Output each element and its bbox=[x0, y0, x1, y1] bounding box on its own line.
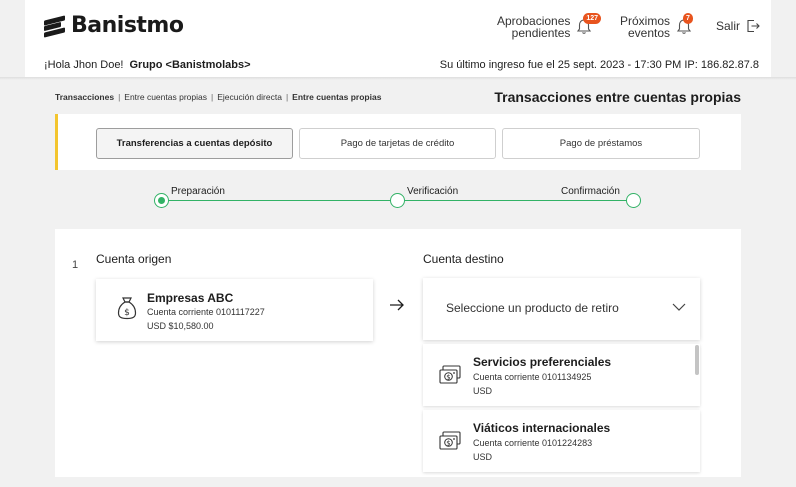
options-scrollbar[interactable] bbox=[695, 345, 699, 375]
option-account-name: Servicios preferenciales bbox=[473, 355, 612, 369]
page-title: Transacciones entre cuentas propias bbox=[494, 89, 741, 105]
origin-account-balance: USD $10,580.00 bbox=[147, 321, 214, 331]
option-account-currency: USD bbox=[473, 452, 493, 462]
breadcrumb-item[interactable]: Transacciones bbox=[55, 92, 114, 102]
tab-transferencias-deposito[interactable]: Transferencias a cuentas depósito bbox=[96, 128, 293, 159]
brand-logo[interactable]: Banistmo bbox=[44, 13, 184, 38]
destination-select-placeholder: Seleccione un producto de retiro bbox=[446, 301, 619, 315]
step-label-confirmacion: Confirmación bbox=[561, 186, 620, 197]
chevron-down-icon bbox=[672, 303, 686, 311]
upcoming-events-button[interactable]: Próximos eventos 7 bbox=[620, 13, 693, 40]
last-login-info: Su último ingreso fue el 25 sept. 2023 -… bbox=[439, 59, 759, 71]
option-account-name: Viáticos internacionales bbox=[473, 421, 611, 435]
breadcrumb-current: Entre cuentas propias bbox=[292, 92, 382, 102]
step-label-preparacion: Preparación bbox=[171, 186, 225, 197]
breadcrumb: Transacciones | Entre cuentas propias | Ejec… bbox=[55, 92, 382, 102]
origin-account-card[interactable]: $ Empresas ABC Cuenta corriente 01011172… bbox=[96, 279, 373, 341]
destination-section-title: Cuenta destino bbox=[423, 252, 504, 266]
approvals-label-line2: pendientes bbox=[511, 26, 571, 40]
option-account-currency: USD bbox=[473, 386, 493, 396]
stepper-connector bbox=[169, 200, 391, 201]
money-bag-icon: $ bbox=[117, 297, 137, 320]
svg-text:$: $ bbox=[124, 308, 130, 318]
breadcrumb-item[interactable]: Entre cuentas propias bbox=[124, 92, 207, 102]
destination-option[interactable]: $ Viáticos internacionales Cuenta corrie… bbox=[423, 410, 700, 472]
stepper-connector bbox=[405, 200, 627, 201]
greeting: ¡Hola Jhon Doe! Grupo <Banistmolabs> bbox=[44, 59, 251, 71]
tab-pago-prestamos[interactable]: Pago de préstamos bbox=[502, 128, 700, 159]
app-header: Banistmo Aprobaciones pendientes 127 Pró… bbox=[25, 0, 771, 78]
group-name: Grupo <Banistmolabs> bbox=[129, 59, 251, 71]
bell-icon: 7 bbox=[676, 13, 693, 36]
origin-account-number: Cuenta corriente 0101117227 bbox=[147, 307, 265, 317]
cash-card-icon: $ bbox=[439, 431, 461, 450]
svg-text:$: $ bbox=[446, 374, 450, 382]
user-info-bar: ¡Hola Jhon Doe! Grupo <Banistmolabs> Su ú… bbox=[25, 56, 771, 78]
option-account-number: Cuenta corriente 0101134925 bbox=[473, 372, 592, 382]
row-number: 1 bbox=[72, 259, 79, 271]
breadcrumb-item[interactable]: Ejecución directa bbox=[217, 92, 282, 102]
svg-text:$: $ bbox=[446, 440, 450, 448]
events-label-line2: eventos bbox=[627, 26, 671, 40]
origin-account-name: Empresas ABC bbox=[147, 291, 234, 305]
arrow-right-icon bbox=[389, 298, 405, 317]
destination-option[interactable]: $ Servicios preferenciales Cuenta corrie… bbox=[423, 344, 700, 406]
pending-approvals-button[interactable]: Aprobaciones pendientes 127 bbox=[497, 13, 602, 40]
progress-stepper: Preparación Verificación Confirmación bbox=[0, 180, 796, 220]
approvals-count-badge: 127 bbox=[583, 13, 602, 24]
logout-button[interactable]: Salir bbox=[716, 19, 760, 33]
brand-mark-icon bbox=[44, 14, 65, 38]
destination-product-select[interactable]: Seleccione un producto de retiro bbox=[423, 278, 700, 340]
transfer-form: 1 Cuenta origen Cuenta destino $ Empresa… bbox=[55, 229, 741, 477]
step-dot-preparacion bbox=[154, 193, 169, 208]
greeting-text: ¡Hola Jhon Doe! bbox=[44, 59, 124, 71]
logout-icon bbox=[747, 19, 760, 33]
origin-section-title: Cuenta origen bbox=[96, 252, 172, 266]
cash-card-icon: $ bbox=[439, 365, 461, 384]
header-divider bbox=[0, 77, 796, 80]
logout-label: Salir bbox=[716, 19, 741, 33]
bell-icon: 127 bbox=[576, 13, 602, 36]
events-count-badge: 7 bbox=[683, 13, 693, 24]
tab-pago-tarjetas[interactable]: Pago de tarjetas de crédito bbox=[299, 128, 496, 159]
option-account-number: Cuenta corriente 0101224283 bbox=[473, 438, 593, 448]
step-dot-confirmacion bbox=[626, 193, 641, 208]
transaction-type-tabs: Transferencias a cuentas depósito Pago d… bbox=[55, 114, 741, 170]
brand-name: Banistmo bbox=[71, 13, 184, 38]
step-label-verificacion: Verificación bbox=[407, 186, 459, 197]
step-dot-verificacion bbox=[390, 193, 405, 208]
